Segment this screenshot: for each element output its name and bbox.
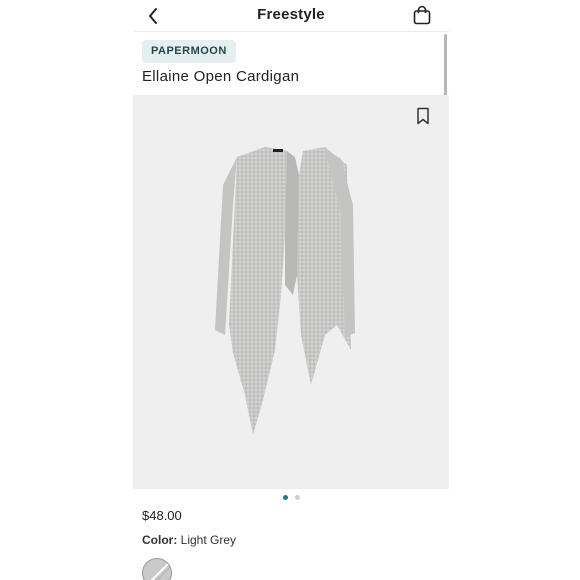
product-image-carousel[interactable] — [133, 95, 449, 489]
phone-screen: Freestyle PAPERMOON Ellaine Open Cardiga… — [133, 0, 449, 580]
pagination-dot-2[interactable] — [294, 495, 300, 500]
color-swatch-light-grey[interactable] — [142, 558, 172, 580]
product-name: Ellaine Open Cardigan — [142, 68, 300, 85]
brand-badge[interactable]: PAPERMOON — [142, 40, 236, 63]
product-price: $48.00 — [142, 508, 182, 523]
color-label: Color: — [142, 533, 178, 547]
pagination-dot-1[interactable] — [282, 495, 288, 500]
page-title: Freestyle — [257, 6, 325, 23]
shopping-bag-icon — [413, 5, 431, 25]
cardigan-product-image — [215, 147, 355, 435]
carousel-pagination — [133, 495, 449, 501]
shopping-bag-button[interactable] — [411, 3, 433, 27]
color-value: Light Grey — [180, 533, 237, 547]
bookmark-icon[interactable] — [415, 107, 431, 125]
swatch-texture-icon — [150, 562, 171, 580]
color-info: Color: Light Grey — [142, 533, 236, 547]
top-navigation-bar: Freestyle — [133, 0, 449, 32]
